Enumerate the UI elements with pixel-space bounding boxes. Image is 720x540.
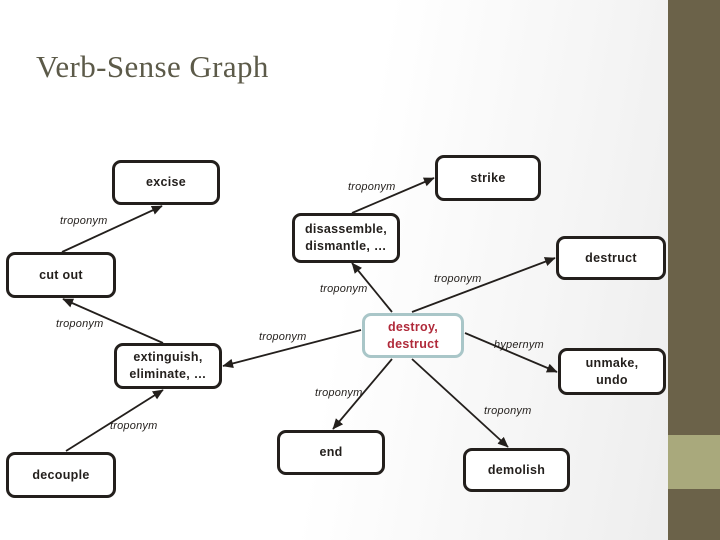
graph-node-disassemble[interactable]: disassemble, dismantle, …	[292, 213, 400, 263]
graph-node-excise[interactable]: excise	[112, 160, 220, 205]
edge-label: troponym	[110, 420, 158, 432]
graph-edge	[411, 257, 556, 313]
graph-node-destroy[interactable]: destroy, destruct	[362, 313, 464, 358]
graph-node-destruct[interactable]: destruct	[556, 236, 666, 280]
graph-node-extinguish[interactable]: extinguish, eliminate, …	[114, 343, 222, 389]
graph-edge	[411, 358, 509, 448]
edge-label: troponym	[348, 181, 396, 193]
edge-label: troponym	[56, 318, 104, 330]
edge-label: troponym	[434, 273, 482, 285]
graph-node-unmake[interactable]: unmake, undo	[558, 348, 666, 395]
edge-label: troponym	[315, 387, 363, 399]
graph-edge	[61, 205, 163, 253]
edge-label: troponym	[60, 215, 108, 227]
edge-label: troponym	[484, 405, 532, 417]
edge-label: troponym	[259, 331, 307, 343]
graph-node-cut-out[interactable]: cut out	[6, 252, 116, 298]
graph-node-demolish[interactable]: demolish	[463, 448, 570, 492]
graph-node-end[interactable]: end	[277, 430, 385, 475]
graph-node-decouple[interactable]: decouple	[6, 452, 116, 498]
graph-node-strike[interactable]: strike	[435, 155, 541, 201]
edge-label: troponym	[320, 283, 368, 295]
slide-canvas: Verb-Sense Graph excise strike disassemble…	[0, 0, 720, 540]
edge-label: hypernym	[494, 339, 544, 351]
